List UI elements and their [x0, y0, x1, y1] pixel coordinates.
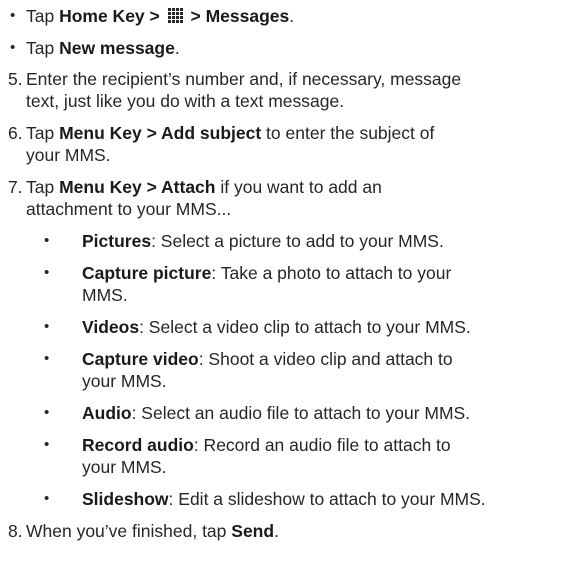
step-text-line: Enter the recipient’s number and, if nec…: [26, 69, 462, 89]
step-number: 7.: [8, 177, 23, 197]
apps-grid-icon: [167, 8, 183, 23]
bullet: •: [10, 39, 16, 56]
bullet: •: [44, 232, 50, 249]
bullet: •: [44, 350, 50, 367]
step-number: 8.: [8, 521, 23, 541]
bullet: •: [44, 318, 50, 335]
bullet: •: [44, 264, 50, 281]
step-text-line: text, just like you do with a text messa…: [26, 91, 345, 111]
bullet: •: [44, 404, 50, 421]
attach-label: Menu Key > Attach: [59, 177, 216, 197]
bullet: •: [44, 436, 50, 453]
step-number: 6.: [8, 123, 23, 143]
home-key-label: Home Key >: [59, 6, 160, 26]
step-number: 5.: [8, 69, 23, 89]
messages-label: > Messages: [185, 6, 290, 26]
send-label: Send: [231, 521, 275, 541]
bullet: •: [10, 7, 16, 24]
bullet: •: [44, 490, 50, 507]
add-subject-label: Menu Key > Add subject: [59, 123, 262, 143]
new-message-label: New message: [59, 38, 175, 58]
